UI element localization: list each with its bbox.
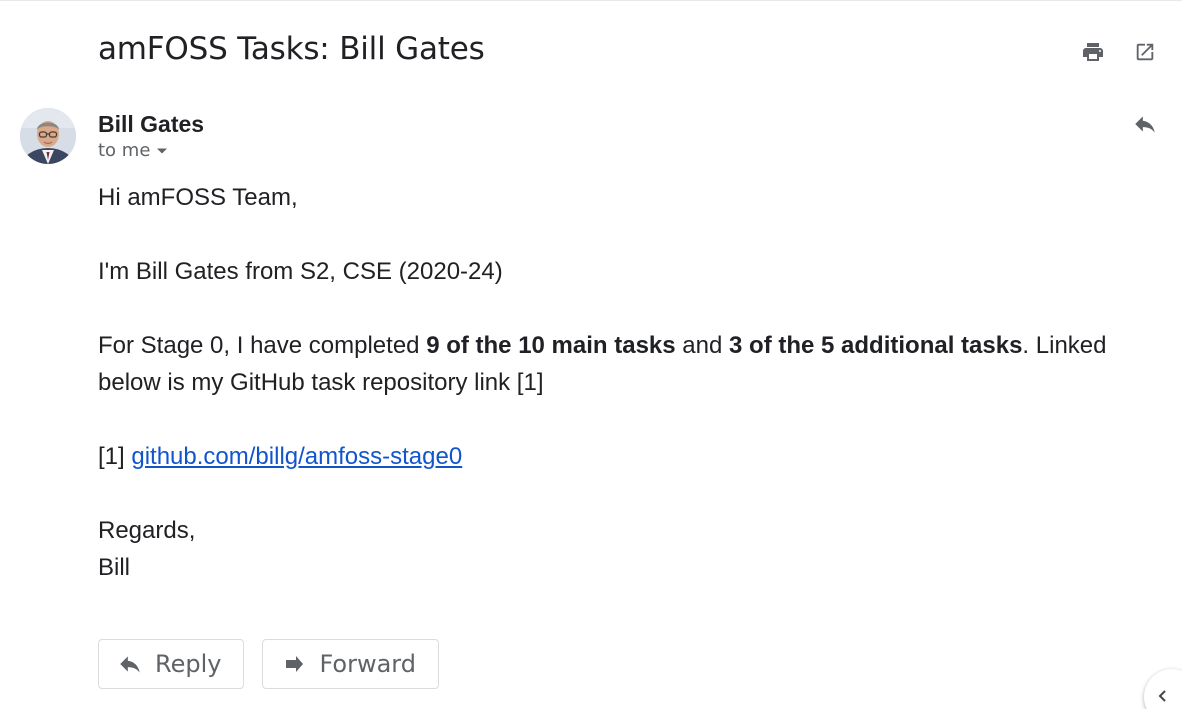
email-view: amFOSS Tasks: Bill Gates Bill Gates to m… bbox=[0, 0, 1182, 709]
reply-button-top[interactable] bbox=[1132, 111, 1158, 137]
email-body: Hi amFOSS Team, I'm Bill Gates from S2, … bbox=[98, 179, 1158, 586]
and-text: and bbox=[675, 332, 730, 359]
stage-paragraph: For Stage 0, I have completed 9 of the 1… bbox=[98, 327, 1158, 401]
signature-text: Bill bbox=[98, 554, 131, 581]
sender-name[interactable]: Bill Gates bbox=[98, 111, 204, 138]
forward-label: Forward bbox=[319, 650, 416, 678]
reply-button[interactable]: Reply bbox=[98, 639, 245, 689]
reply-icon bbox=[117, 651, 143, 677]
greeting-text: Hi amFOSS Team, bbox=[98, 184, 298, 211]
stage-prefix-text: For Stage 0, I have completed bbox=[98, 332, 427, 359]
print-button[interactable] bbox=[1080, 39, 1106, 65]
reference-paragraph: [1] github.com/billg/amfoss-stage0 bbox=[98, 438, 1158, 475]
caret-down-icon bbox=[157, 148, 168, 153]
chevron-left-icon bbox=[1158, 690, 1166, 702]
recipient-details-toggle[interactable]: to me bbox=[98, 140, 168, 161]
additional-tasks-text: 3 of the 5 additional tasks bbox=[729, 332, 1023, 359]
open-in-new-window-icon bbox=[1136, 43, 1154, 61]
message-actions: Reply Forward bbox=[98, 639, 439, 689]
sender-avatar[interactable] bbox=[20, 108, 76, 164]
main-tasks-text: 9 of the 10 main tasks bbox=[426, 332, 676, 359]
print-icon bbox=[1083, 43, 1103, 61]
closing-text: Regards, bbox=[98, 517, 196, 544]
forward-icon bbox=[281, 651, 307, 677]
recipient-label: to me bbox=[98, 140, 151, 161]
open-in-new-window-button[interactable] bbox=[1132, 39, 1158, 65]
reply-icon bbox=[1135, 116, 1155, 133]
side-panel-toggle[interactable] bbox=[1144, 669, 1182, 709]
reference-marker: [1] bbox=[98, 443, 132, 470]
avatar-image bbox=[20, 108, 76, 164]
intro-text: I'm Bill Gates from S2, CSE (2020-24) bbox=[98, 258, 503, 285]
github-repo-link[interactable]: github.com/billg/amfoss-stage0 bbox=[131, 443, 462, 470]
header-actions bbox=[1080, 39, 1158, 65]
reply-label: Reply bbox=[155, 650, 222, 678]
email-subject: amFOSS Tasks: Bill Gates bbox=[98, 31, 485, 67]
forward-button[interactable]: Forward bbox=[262, 639, 439, 689]
